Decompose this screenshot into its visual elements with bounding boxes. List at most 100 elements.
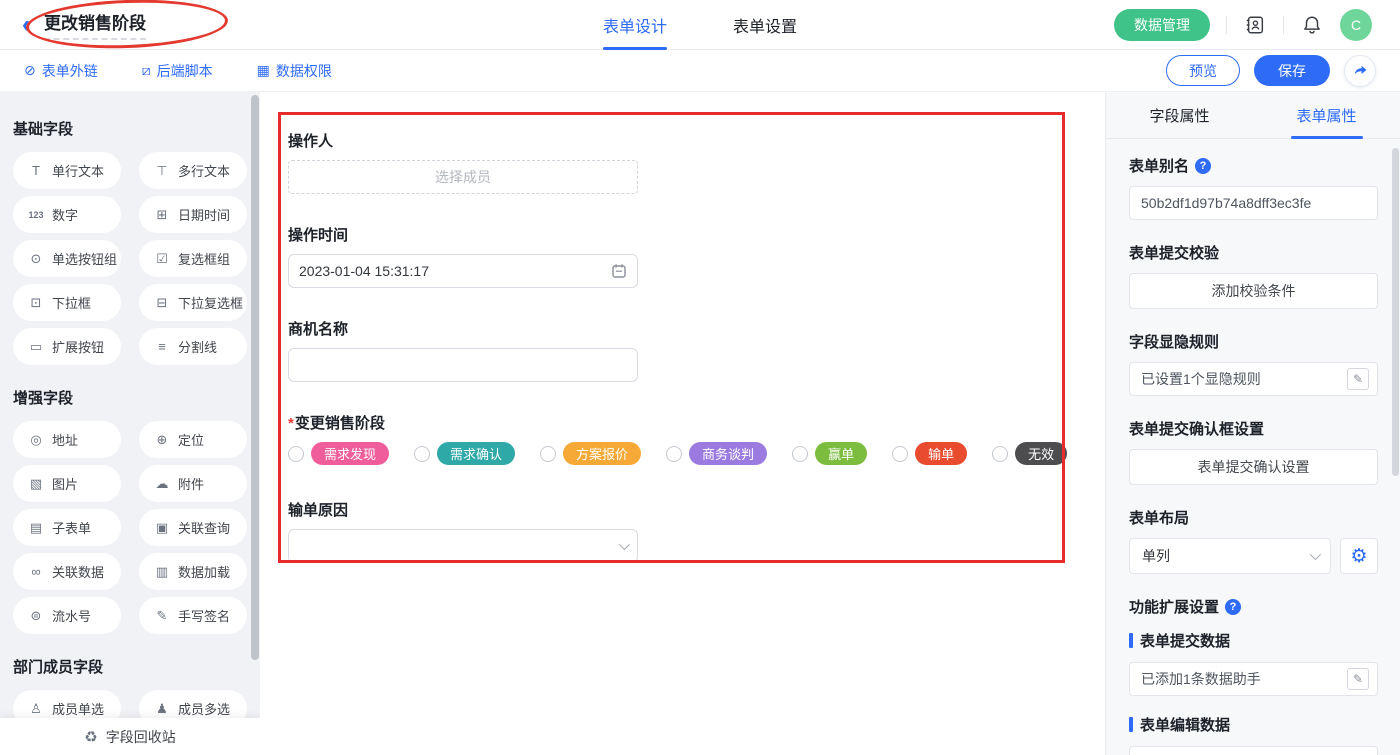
data-permission-link[interactable]: ▦ 数据权限: [257, 61, 332, 81]
help-icon[interactable]: ?: [1225, 599, 1241, 615]
user-avatar[interactable]: C: [1340, 9, 1372, 41]
stage-radio-option[interactable]: 方案报价: [540, 442, 641, 465]
share-button[interactable]: [1344, 55, 1376, 87]
submit-data-box[interactable]: 已添加1条数据助手 ✎: [1129, 662, 1378, 696]
oppname-input[interactable]: [288, 348, 638, 382]
datetime-input[interactable]: 2023-01-04 15:31:17: [288, 254, 638, 288]
field-type-pill[interactable]: T单行文本: [13, 152, 121, 189]
stage-radio-group: 需求发现需求确认方案报价商务谈判赢单输单无效: [288, 442, 1048, 465]
save-button[interactable]: 保存: [1254, 55, 1330, 86]
field-type-pill[interactable]: ∞关联数据: [13, 553, 121, 590]
stage-radio-option[interactable]: 无效: [992, 442, 1067, 465]
field-recycle-bin[interactable]: ♻ 字段回收站: [0, 718, 260, 755]
link-label: 数据权限: [276, 61, 332, 81]
form-external-link[interactable]: ⊘ 表单外链: [24, 61, 98, 81]
stage-radio-option[interactable]: 需求发现: [288, 442, 389, 465]
chevron-down-icon: [1310, 549, 1321, 560]
panel-scrollbar[interactable]: [1392, 148, 1399, 476]
field-type-pill[interactable]: ☁附件: [139, 465, 247, 502]
add-validate-condition-button[interactable]: 添加校验条件: [1129, 273, 1378, 309]
radio-icon[interactable]: [992, 446, 1008, 462]
backend-script-link[interactable]: ⧄ 后端脚本: [142, 61, 213, 81]
field-type-icon: ⊕: [154, 432, 170, 448]
secondary-toolbar: ⊘ 表单外链 ⧄ 后端脚本 ▦ 数据权限 预览 保存: [0, 50, 1400, 92]
form-alias-label: 表单别名: [1129, 155, 1189, 176]
visibility-rule-box[interactable]: 已设置1个显隐规则 ✎: [1129, 362, 1378, 396]
field-type-pill[interactable]: ◎地址: [13, 421, 121, 458]
contacts-icon[interactable]: [1243, 13, 1267, 37]
field-type-pill[interactable]: ▥数据加载: [139, 553, 247, 590]
field-type-icon: ♟: [154, 701, 170, 717]
field-type-pill[interactable]: ✎手写签名: [139, 597, 247, 634]
field-type-label: 单行文本: [52, 161, 104, 180]
radio-icon[interactable]: [792, 446, 808, 462]
stage-radio-option[interactable]: 商务谈判: [666, 442, 767, 465]
notification-bell-icon[interactable]: [1300, 13, 1324, 37]
sidebar-scrollbar[interactable]: [251, 95, 259, 660]
field-type-pill[interactable]: ⊕定位: [139, 421, 247, 458]
field-type-pill[interactable]: ⊙单选按钮组: [13, 240, 121, 277]
tab-form-design[interactable]: 表单设计: [603, 0, 667, 50]
field-type-pill[interactable]: 123数字: [13, 196, 121, 233]
stage-tag: 输单: [915, 442, 967, 465]
calendar-icon[interactable]: [611, 263, 627, 279]
field-type-grid: ◎地址 ⊕定位 ▧图片 ☁附件 ▤子表单 ▣关联查询 ∞关联数据 ▥数据加载 ⊜流水号 ✎手写签名: [13, 421, 247, 634]
radio-icon[interactable]: [540, 446, 556, 462]
submit-validate-block: 表单提交校验 添加校验条件: [1129, 242, 1378, 309]
field-type-label: 成员单选: [52, 699, 104, 718]
stage-radio-option[interactable]: 需求确认: [414, 442, 515, 465]
field-type-pill[interactable]: ▤子表单: [13, 509, 121, 546]
form-alias-input[interactable]: 50b2df1d97b74a8dff3ec3fe: [1129, 186, 1378, 220]
field-type-icon: ⊞: [154, 207, 170, 223]
back-icon[interactable]: ‹: [22, 13, 30, 37]
visibility-rule-block: 字段显隐规则 已设置1个显隐规则 ✎: [1129, 331, 1378, 396]
field-type-pill[interactable]: ▧图片: [13, 465, 121, 502]
stage-tag: 需求确认: [437, 442, 515, 465]
stage-tag: 需求发现: [311, 442, 389, 465]
tab-form-properties[interactable]: 表单属性: [1253, 92, 1400, 138]
form-layout-block: 表单布局 单列 ⚙: [1129, 507, 1378, 574]
field-type-pill[interactable]: ☑复选框组: [139, 240, 247, 277]
tab-form-settings[interactable]: 表单设置: [733, 0, 797, 50]
field-type-icon: ⊟: [154, 295, 170, 311]
help-icon[interactable]: ?: [1195, 158, 1211, 174]
add-operation-button[interactable]: 添加操作: [1129, 746, 1378, 755]
field-type-pill[interactable]: ⊜流水号: [13, 597, 121, 634]
radio-icon[interactable]: [414, 446, 430, 462]
field-type-pill[interactable]: ▣关联查询: [139, 509, 247, 546]
header-actions: 数据管理 C: [1114, 9, 1400, 41]
stage-radio-option[interactable]: 赢单: [792, 442, 867, 465]
field-type-pill[interactable]: ▭扩展按钮: [13, 328, 121, 365]
tab-field-properties[interactable]: 字段属性: [1106, 92, 1253, 138]
header-tabs: 表单设计 表单设置: [603, 0, 797, 50]
script-icon: ⧄: [142, 62, 151, 79]
field-type-icon: ♙: [28, 701, 44, 717]
lose-reason-select[interactable]: [288, 529, 638, 563]
layout-gear-button[interactable]: ⚙: [1340, 538, 1378, 574]
radio-icon[interactable]: [288, 446, 304, 462]
sidebar-section-title: 部门成员字段: [13, 656, 247, 677]
field-type-pill[interactable]: ⊟下拉复选框: [139, 284, 247, 321]
form-alias-block: 表单别名? 50b2df1d97b74a8dff3ec3fe: [1129, 155, 1378, 220]
member-picker[interactable]: 选择成员: [288, 160, 638, 194]
radio-icon[interactable]: [892, 446, 908, 462]
layout-select[interactable]: 单列: [1129, 538, 1331, 574]
field-type-icon: ✎: [154, 608, 170, 624]
data-manage-button[interactable]: 数据管理: [1114, 9, 1210, 41]
radio-icon[interactable]: [666, 446, 682, 462]
field-type-pill[interactable]: ≡分割线: [139, 328, 247, 365]
section-accent-bar: [1129, 717, 1133, 732]
form-title[interactable]: 更改销售阶段: [44, 9, 146, 40]
field-type-pill[interactable]: ⊡下拉框: [13, 284, 121, 321]
stage-radio-option[interactable]: 输单: [892, 442, 967, 465]
submit-data-label: 表单提交数据: [1140, 630, 1230, 651]
preview-button[interactable]: 预览: [1166, 55, 1240, 86]
field-label-operator: 操作人: [288, 130, 1048, 151]
submit-confirm-button[interactable]: 表单提交确认设置: [1129, 449, 1378, 485]
edit-icon[interactable]: ✎: [1347, 668, 1369, 690]
field-type-pill[interactable]: ⊤多行文本: [139, 152, 247, 189]
field-type-label: 分割线: [178, 337, 217, 356]
recycle-icon: ♻: [84, 728, 97, 746]
edit-icon[interactable]: ✎: [1347, 368, 1369, 390]
field-type-pill[interactable]: ⊞日期时间: [139, 196, 247, 233]
